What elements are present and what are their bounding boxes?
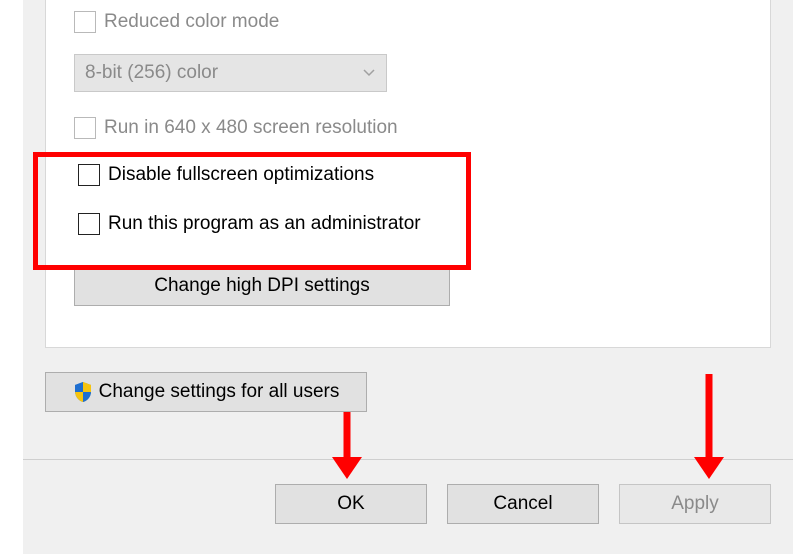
ok-button[interactable]: OK	[275, 484, 427, 524]
ok-label: OK	[337, 493, 364, 515]
label-run-640x480: Run in 640 x 480 screen resolution	[104, 117, 398, 139]
cancel-label: Cancel	[493, 493, 552, 515]
row-reduced-color: Reduced color mode	[74, 11, 279, 33]
change-all-users-label: Change settings for all users	[99, 381, 340, 403]
label-disable-fullscreen: Disable fullscreen optimizations	[108, 164, 374, 186]
select-color-mode[interactable]: 8-bit (256) color	[74, 54, 387, 92]
select-color-mode-value: 8-bit (256) color	[85, 62, 218, 84]
apply-button[interactable]: Apply	[619, 484, 771, 524]
change-dpi-label: Change high DPI settings	[154, 275, 369, 297]
shield-icon	[73, 381, 93, 403]
change-all-users-button[interactable]: Change settings for all users	[45, 372, 367, 412]
label-run-as-admin: Run this program as an administrator	[108, 213, 421, 235]
change-dpi-button[interactable]: Change high DPI settings	[74, 266, 450, 306]
cancel-button[interactable]: Cancel	[447, 484, 599, 524]
label-reduced-color: Reduced color mode	[104, 11, 279, 33]
checkbox-disable-fullscreen[interactable]	[78, 164, 100, 186]
divider	[23, 459, 793, 460]
dialog-panel: Reduced color mode 8-bit (256) color Run…	[23, 0, 793, 554]
checkbox-run-as-admin[interactable]	[78, 213, 100, 235]
row-disable-fullscreen: Disable fullscreen optimizations	[78, 164, 374, 186]
checkbox-reduced-color[interactable]	[74, 11, 96, 33]
apply-label: Apply	[671, 493, 719, 515]
row-run-640x480: Run in 640 x 480 screen resolution	[74, 117, 398, 139]
checkbox-run-640x480[interactable]	[74, 117, 96, 139]
row-run-as-admin: Run this program as an administrator	[78, 213, 421, 235]
chevron-down-icon	[362, 66, 376, 80]
dialog-buttons: OK Cancel Apply	[275, 484, 771, 524]
settings-group: Reduced color mode 8-bit (256) color Run…	[45, 0, 771, 348]
